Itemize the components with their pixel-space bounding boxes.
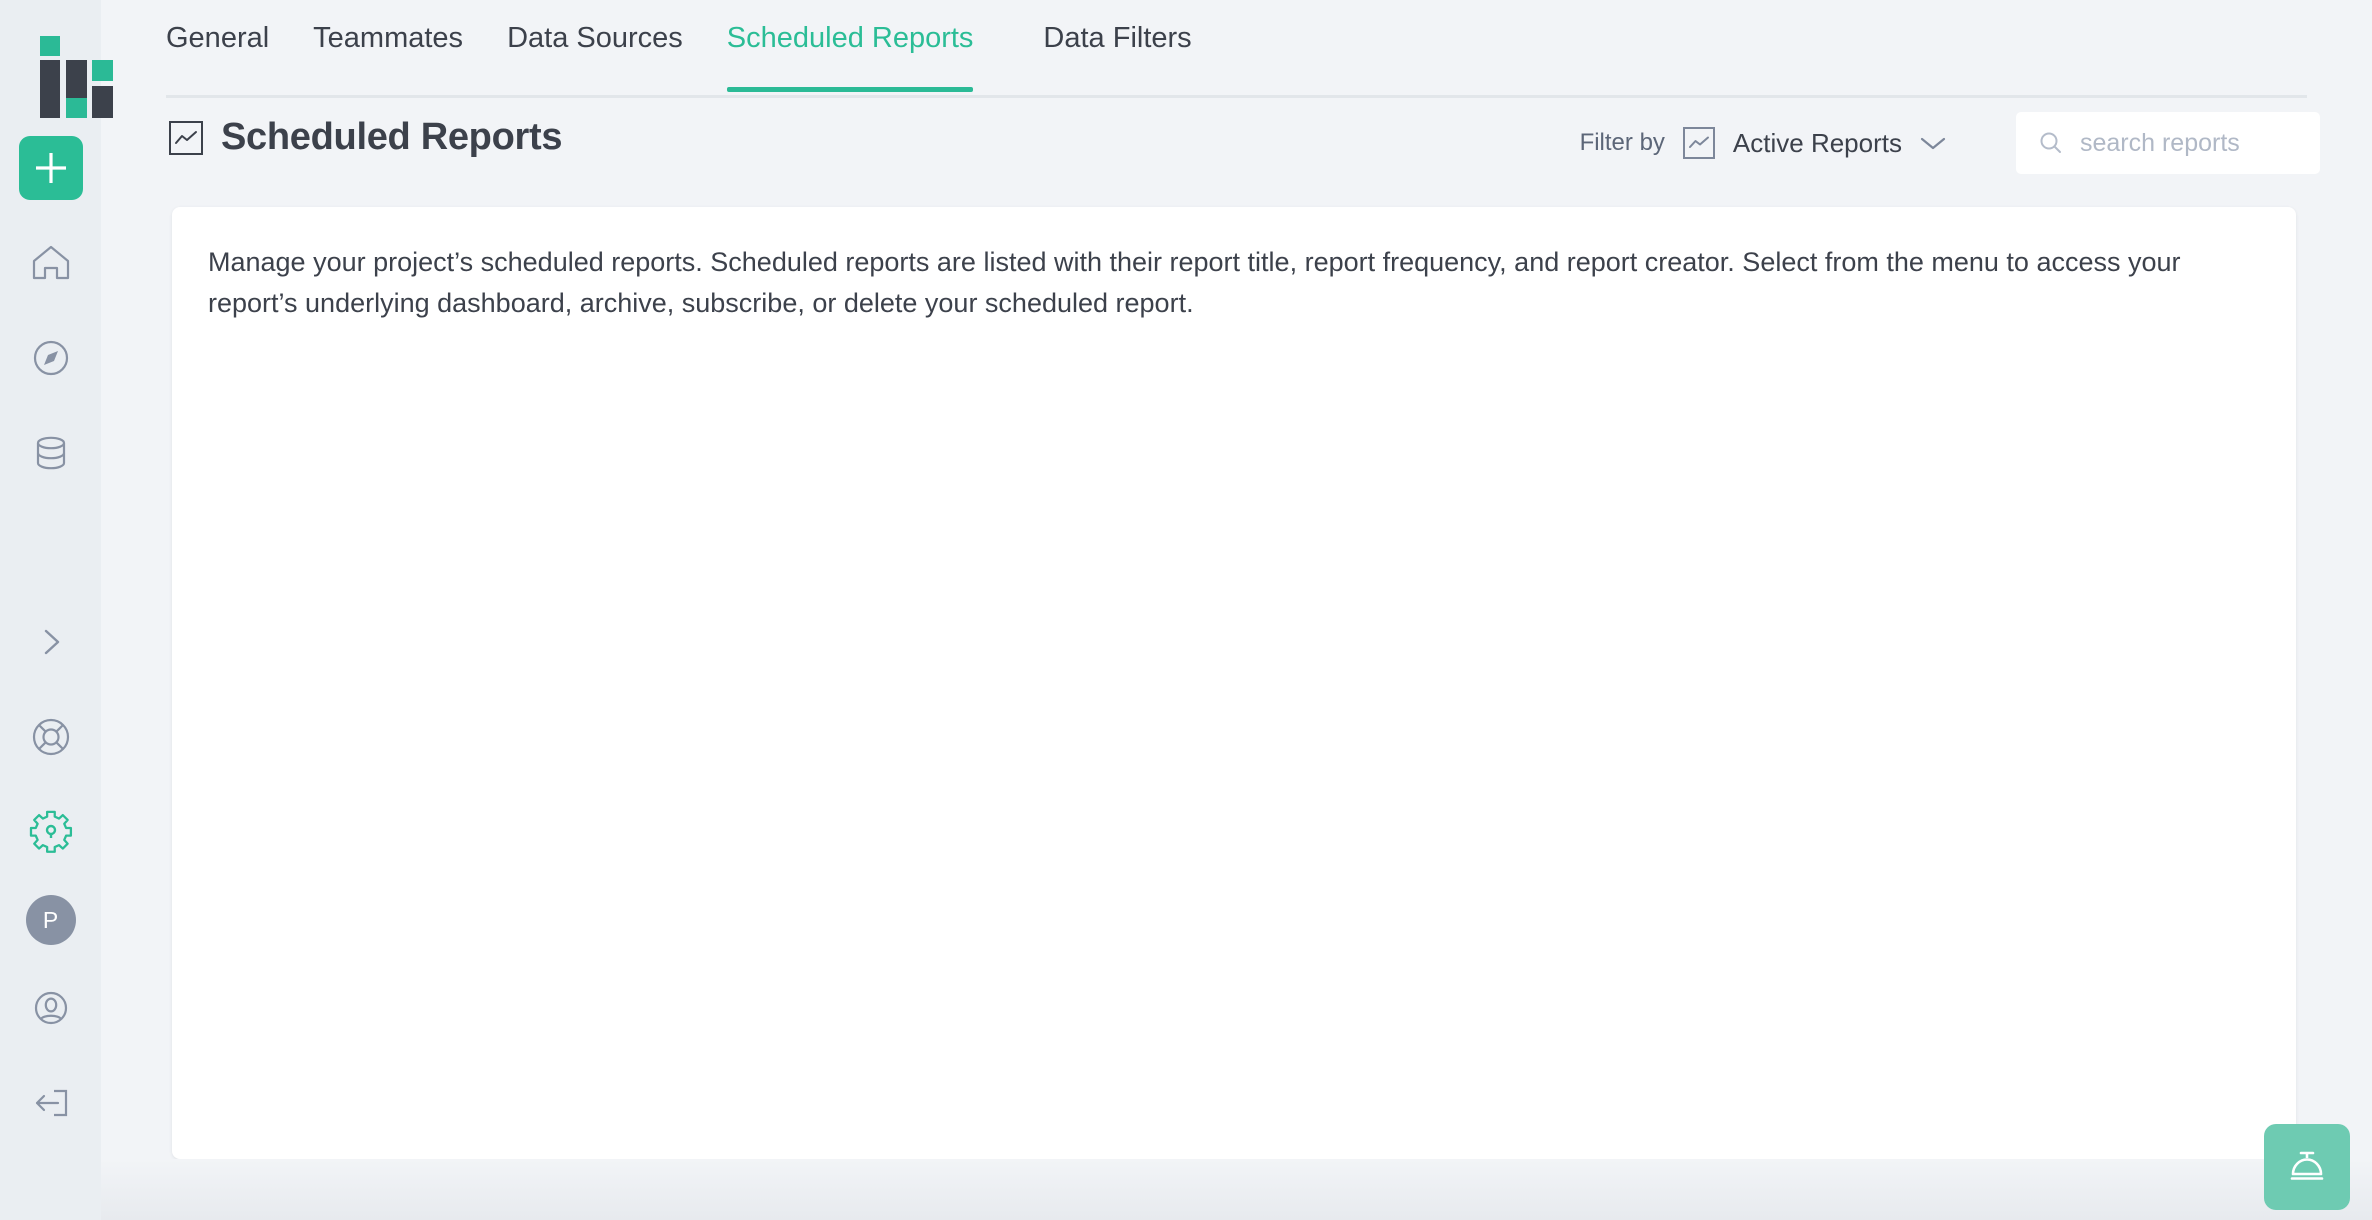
compass-icon (33, 340, 68, 376)
header-controls: Filter by Active Reports (1580, 112, 2320, 174)
filter-line-chart-icon[interactable] (1682, 127, 1715, 159)
sidebar-item-account[interactable] (19, 976, 83, 1040)
sidebar-item-support[interactable] (19, 705, 83, 769)
line-chart-icon (169, 120, 203, 155)
support-fab-button[interactable] (2264, 1124, 2350, 1210)
sidebar-item-explore[interactable] (19, 326, 83, 390)
search-reports-box[interactable] (2016, 112, 2320, 174)
logo-block-1 (39, 36, 60, 56)
search-input[interactable] (2080, 128, 2290, 158)
search-icon (2038, 130, 2064, 156)
app-root: P General Teammates Data Sources Schedul… (0, 0, 2372, 1220)
tab-general[interactable]: General (166, 0, 269, 85)
database-icon (36, 436, 65, 470)
sidebar: P (0, 0, 113, 1220)
logo-block-2 (39, 60, 60, 118)
filter-by-label: Filter by (1579, 129, 1665, 156)
scheduled-reports-description: Manage your project’s scheduled reports.… (208, 247, 2181, 318)
scheduled-reports-card: Manage your project’s scheduled reports.… (172, 207, 2296, 1159)
chevron-right-icon (44, 629, 59, 655)
lifebuoy-icon (32, 718, 69, 756)
tab-teammates[interactable]: Teammates (313, 0, 463, 85)
page-title-group: Scheduled Reports (169, 116, 562, 159)
user-circle-icon (34, 991, 67, 1025)
logout-icon (35, 1089, 67, 1117)
add-button[interactable] (18, 136, 83, 200)
sidebar-item-home[interactable] (19, 231, 83, 295)
page-title: Scheduled Reports (221, 116, 563, 158)
chevron-down-icon[interactable] (1918, 134, 1948, 152)
sidebar-item-settings[interactable] (19, 800, 83, 864)
page-header: Scheduled Reports Filter by Active Repor… (101, 112, 2372, 192)
plus-icon (35, 153, 66, 183)
tab-scheduled-reports[interactable]: Scheduled Reports (726, 0, 973, 92)
logo-block-5 (65, 98, 87, 118)
tabs: General Teammates Data Sources Scheduled… (166, 0, 1236, 92)
filter-selected-value[interactable]: Active Reports (1733, 128, 1902, 159)
tab-data-filters[interactable]: Data Filters (1043, 0, 1191, 85)
sidebar-item-data-sources[interactable] (19, 421, 83, 485)
hive-logo[interactable] (20, 36, 113, 118)
service-bell-icon (2290, 1151, 2324, 1180)
project-avatar[interactable]: P (25, 895, 76, 945)
sidebar-item-logout[interactable] (19, 1071, 83, 1135)
content-area: General Teammates Data Sources Scheduled… (101, 0, 2372, 1220)
footer-strip (101, 1159, 2372, 1220)
avatar-label: P (42, 906, 59, 933)
tab-underline (166, 95, 2307, 98)
logo-block-3 (65, 60, 87, 100)
sidebar-item-expand[interactable] (19, 610, 83, 674)
home-icon (32, 245, 69, 280)
gear-icon (29, 810, 72, 853)
tab-data-sources[interactable]: Data Sources (507, 0, 683, 85)
